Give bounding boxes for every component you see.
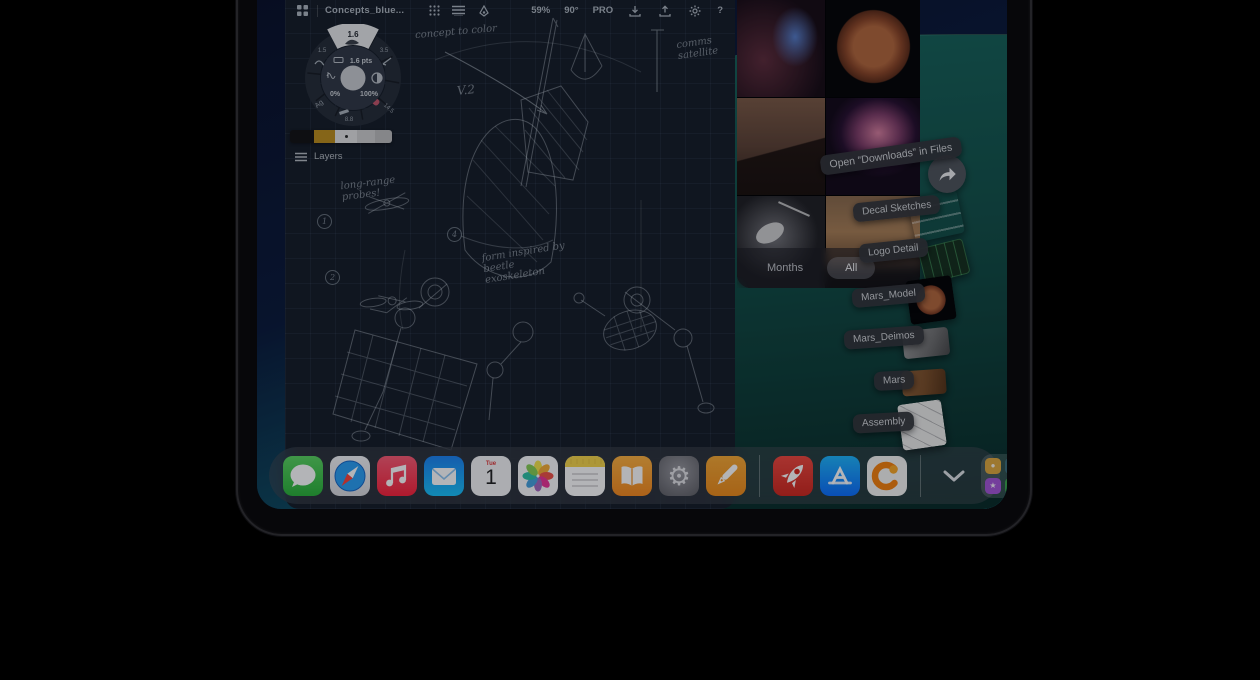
app-store-icon: [820, 456, 860, 496]
dock-app-settings[interactable]: ⚙: [659, 456, 699, 496]
dock-app-mail[interactable]: [424, 456, 464, 496]
drag-label-assembly[interactable]: Assembly: [853, 411, 915, 433]
swatch-selected-dot: [345, 135, 348, 138]
tab-months[interactable]: Months: [767, 262, 803, 274]
dock-app-c-swirl[interactable]: [867, 456, 907, 496]
messages-icon: [283, 456, 323, 496]
layers-menu-icon: [295, 152, 307, 162]
swatch-black[interactable]: [290, 130, 314, 143]
swatch-gray-3[interactable]: [375, 130, 392, 143]
mail-icon: [424, 456, 464, 496]
photo-mars-landscape[interactable]: [737, 98, 825, 195]
dock-app-rocket[interactable]: [773, 456, 813, 496]
dock-app-notes[interactable]: [565, 456, 605, 496]
wheel-seg-3-5[interactable]: 3.5: [380, 48, 389, 54]
annotation-number-1: 1: [317, 214, 332, 229]
dock-app-books[interactable]: [612, 456, 652, 496]
calendar-day: 1: [471, 466, 511, 490]
dock-app-messages[interactable]: [283, 456, 323, 496]
photos-icon: [518, 456, 558, 496]
dock-app-safari[interactable]: [330, 456, 370, 496]
dock-app-photos[interactable]: [518, 456, 558, 496]
safari-icon: [330, 456, 370, 496]
annotation-number-2: 2: [325, 270, 340, 285]
swatch-light-gray[interactable]: [335, 130, 357, 143]
annotation-number-4: 4: [447, 227, 462, 242]
stage: concept to color comms satellite V.2 lon…: [0, 0, 1260, 680]
wheel-opacity-max[interactable]: 100%: [360, 91, 379, 98]
dock-collapse-button[interactable]: [934, 454, 974, 498]
probe-boom: [778, 201, 810, 217]
app-library-mini-purple: ★: [985, 478, 1001, 494]
dock-app-concepts[interactable]: [706, 456, 746, 496]
color-swatch-bar[interactable]: [290, 130, 392, 143]
concepts-pen-icon: [706, 456, 746, 496]
dock-app-library[interactable]: ● ◎ ★ ○: [981, 454, 1007, 498]
books-icon: [612, 456, 652, 496]
photo-mars-globe[interactable]: [826, 0, 920, 97]
layers-control[interactable]: Layers: [295, 151, 343, 162]
annotation-version: V.2: [456, 83, 475, 98]
swatch-gray-2[interactable]: [357, 130, 375, 143]
dock-app-music[interactable]: [377, 456, 417, 496]
wheel-seg-1-5[interactable]: 1.5: [318, 48, 327, 54]
dock-divider-2: [920, 455, 921, 497]
app-library-mini-green: ○: [1005, 478, 1007, 494]
dock: Tue 1 ⚙: [269, 447, 1000, 504]
wheel-seg-8-8[interactable]: 8.8: [345, 117, 354, 123]
share-button[interactable]: [928, 155, 966, 193]
notes-icon: [565, 456, 605, 496]
chevron-down-icon: [943, 470, 965, 482]
tool-wheel[interactable]: 1.6 1.5 3.5 14.5 8.8 Ag 1.6 pts: [301, 24, 405, 128]
wheel-size-label[interactable]: 1.6 pts: [350, 58, 372, 65]
dock-app-calendar[interactable]: Tue 1: [471, 456, 511, 496]
dock-divider-1: [759, 455, 760, 497]
dock-app-appstore[interactable]: [820, 456, 860, 496]
c-swirl-icon: [867, 456, 907, 496]
concepts-app-window[interactable]: concept to color comms satellite V.2 lon…: [285, 0, 735, 509]
rocket-icon: [773, 456, 813, 496]
app-library-mini-yellow: ●: [985, 458, 1001, 474]
music-icon: [377, 456, 417, 496]
layers-label: Layers: [314, 151, 343, 162]
drag-label-mars[interactable]: Mars: [874, 370, 915, 391]
swatch-gold[interactable]: [314, 130, 335, 143]
settings-gear-icon: ⚙: [667, 456, 690, 496]
share-forward-icon: [937, 165, 957, 183]
photo-flame-nebula[interactable]: [737, 0, 825, 97]
wheel-opacity-min[interactable]: 0%: [330, 91, 341, 98]
probe-dish: [753, 218, 788, 248]
app-library-mini-teal: ◎: [1005, 458, 1007, 474]
wheel-active-size: 1.6: [347, 30, 359, 39]
ipad-screen: concept to color comms satellite V.2 lon…: [257, 0, 1007, 509]
